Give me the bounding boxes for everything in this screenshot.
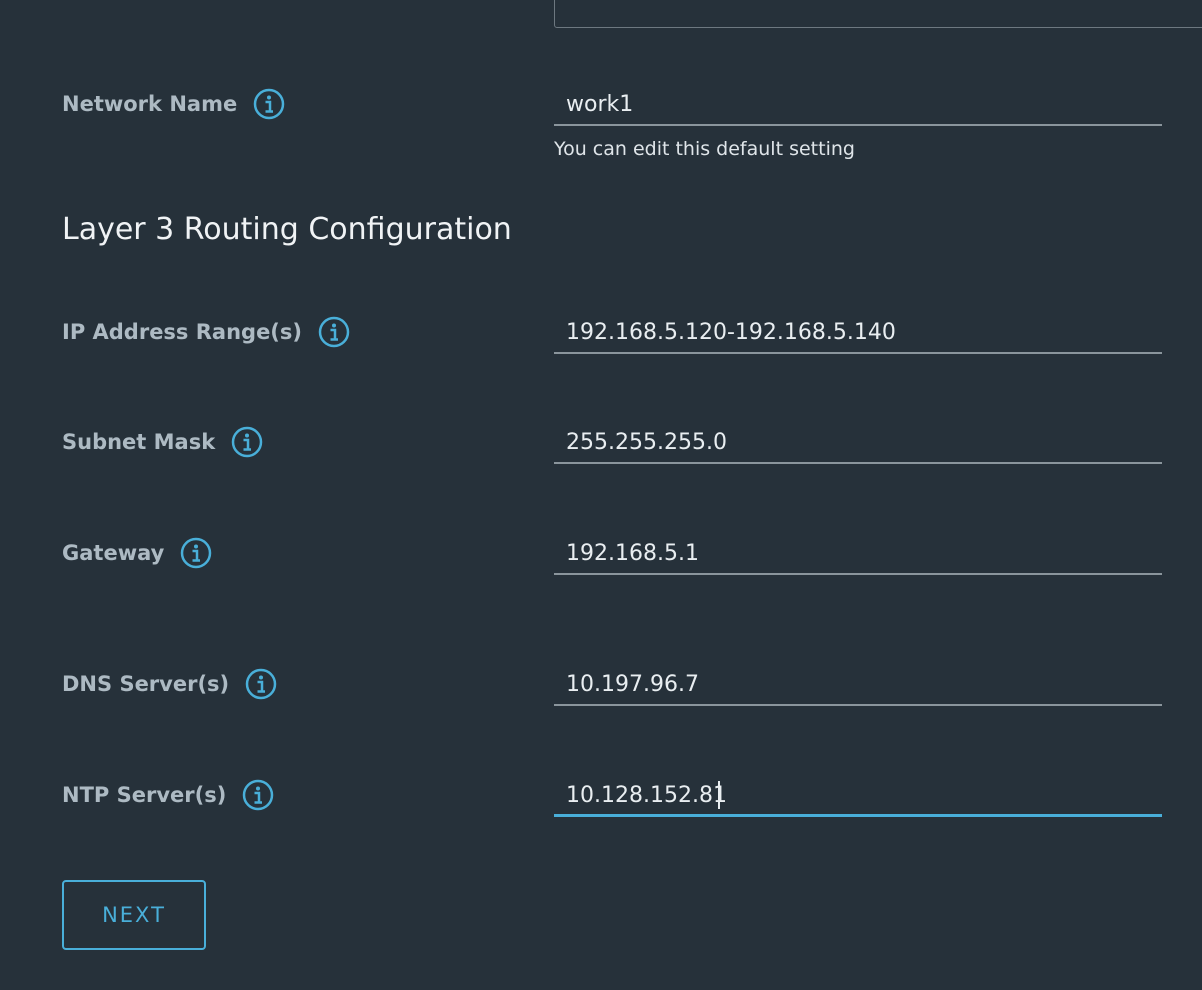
network-name-label-group: Network Name bbox=[62, 88, 285, 120]
ntp-field[interactable] bbox=[554, 777, 1162, 817]
info-icon[interactable] bbox=[245, 668, 277, 700]
info-icon[interactable] bbox=[180, 537, 212, 569]
gateway-label-group: Gateway bbox=[62, 537, 212, 569]
dns-row: DNS Server(s) bbox=[0, 656, 1202, 716]
ntp-label-group: NTP Server(s) bbox=[62, 779, 274, 811]
ip-range-row: IP Address Range(s) bbox=[0, 304, 1202, 364]
info-icon[interactable] bbox=[242, 779, 274, 811]
gateway-input[interactable] bbox=[566, 535, 1156, 571]
ip-range-label: IP Address Range(s) bbox=[62, 320, 303, 344]
dns-field[interactable] bbox=[554, 666, 1162, 706]
subnet-mask-field[interactable] bbox=[554, 424, 1162, 464]
ntp-label: NTP Server(s) bbox=[62, 783, 227, 807]
ntp-row: NTP Server(s) bbox=[0, 767, 1202, 827]
ip-range-field[interactable] bbox=[554, 314, 1162, 354]
gateway-field[interactable] bbox=[554, 535, 1162, 575]
subnet-mask-label: Subnet Mask bbox=[62, 430, 216, 454]
ntp-input[interactable] bbox=[566, 777, 1156, 813]
network-name-field[interactable] bbox=[554, 86, 1162, 126]
info-icon[interactable] bbox=[253, 88, 285, 120]
subnet-mask-input[interactable] bbox=[566, 424, 1156, 460]
subnet-mask-label-group: Subnet Mask bbox=[62, 426, 263, 458]
network-name-input[interactable] bbox=[566, 86, 1156, 122]
info-icon[interactable] bbox=[231, 426, 263, 458]
network-name-helper-text: You can edit this default setting bbox=[554, 138, 855, 160]
network-name-label: Network Name bbox=[62, 92, 238, 116]
network-name-row: Network Name bbox=[0, 76, 1202, 136]
info-icon[interactable] bbox=[318, 316, 350, 348]
gateway-label: Gateway bbox=[62, 541, 165, 565]
dns-input[interactable] bbox=[566, 666, 1156, 702]
dns-label-group: DNS Server(s) bbox=[62, 668, 277, 700]
text-caret bbox=[718, 781, 720, 809]
next-button[interactable]: NEXT bbox=[62, 880, 206, 950]
section-title: Layer 3 Routing Configuration bbox=[62, 212, 512, 247]
previous-field-box[interactable] bbox=[554, 0, 1202, 28]
dns-label: DNS Server(s) bbox=[62, 672, 230, 696]
gateway-row: Gateway bbox=[0, 525, 1202, 585]
ip-range-input[interactable] bbox=[566, 314, 1156, 350]
ip-range-label-group: IP Address Range(s) bbox=[62, 316, 350, 348]
subnet-mask-row: Subnet Mask bbox=[0, 414, 1202, 474]
